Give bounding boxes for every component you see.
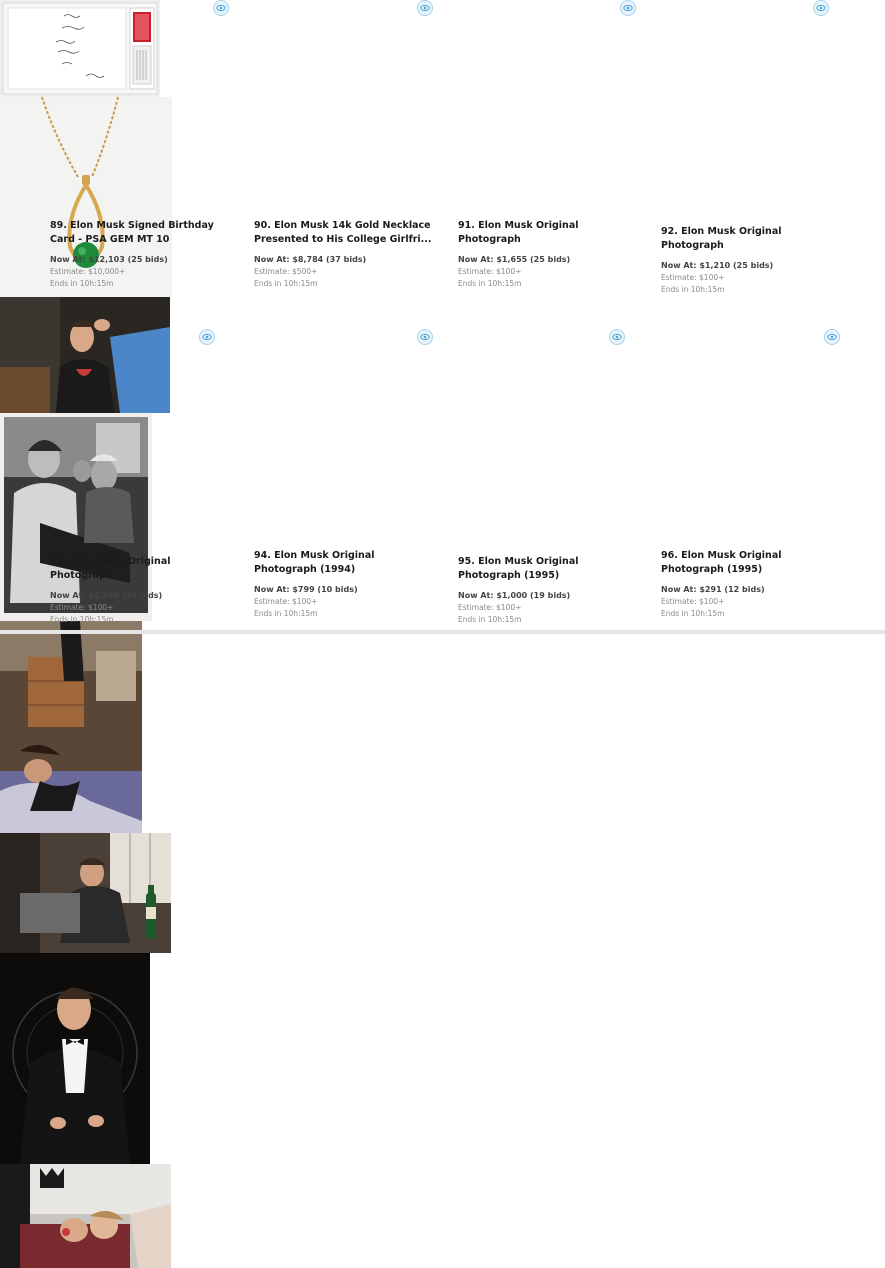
estimate: Estimate: $10,000+	[50, 267, 126, 276]
watch-eye-icon[interactable]	[213, 0, 229, 16]
lot-title-line: Presented to His College Girlfri...	[254, 234, 432, 245]
current-bid: Now At: $1,210 (25 bids)	[661, 261, 774, 270]
lot-title[interactable]: 91. Elon Musk Original Photograph	[458, 219, 643, 247]
current-bid: Now At: $291 (12 bids)	[661, 585, 765, 594]
estimate: Estimate: $100+	[661, 273, 725, 282]
lot-title-line: Photograph	[661, 240, 724, 251]
lot-image-photo[interactable]	[0, 621, 142, 833]
watch-eye-icon[interactable]	[199, 329, 215, 345]
lot-card[interactable]: 96. Elon Musk Original Photograph (1995)…	[0, 329, 885, 1268]
lot-image-tuxedo-photo[interactable]	[0, 953, 150, 1164]
page-bottom-edge	[0, 630, 885, 634]
lot-image-photo[interactable]	[0, 297, 170, 413]
lot-card[interactable]: 89. Elon Musk Signed Birthday Card - PSA…	[0, 0, 885, 288]
lot-title[interactable]: 96. Elon Musk Original Photograph (1995)	[661, 549, 846, 577]
current-bid: Now At: $1,000 (19 bids)	[458, 591, 571, 600]
lot-card[interactable]: 94. Elon Musk Original Photograph (1994)…	[0, 329, 885, 953]
lot-card[interactable]: 95. Elon Musk Original Photograph (1995)…	[0, 329, 885, 1164]
current-bid: Now At: $2,860 (28 bids)	[50, 591, 163, 600]
estimate: Estimate: $100+	[254, 597, 318, 606]
lot-title[interactable]: 90. Elon Musk 14k Gold Necklace Presente…	[254, 219, 439, 247]
lot-title-line: 91. Elon Musk Original	[458, 220, 579, 231]
lot-title-line: Photograph (1995)	[661, 564, 763, 575]
lot-title-line: 90. Elon Musk 14k Gold Necklace	[254, 220, 431, 231]
time-remaining: Ends in 10h:15m	[458, 615, 522, 624]
lot-image-psa-card[interactable]	[0, 0, 160, 97]
lot-title[interactable]: 94. Elon Musk Original Photograph (1994)	[254, 549, 439, 577]
time-remaining: Ends in 10h:15m	[254, 279, 318, 288]
lot-title-line: Photograph (1995)	[458, 570, 560, 581]
estimate: Estimate: $100+	[458, 267, 522, 276]
estimate: Estimate: $100+	[458, 603, 522, 612]
watch-eye-icon[interactable]	[417, 329, 433, 345]
lot-title-line: 96. Elon Musk Original	[661, 550, 782, 561]
time-remaining: Ends in 10h:15m	[458, 279, 522, 288]
current-bid: Now At: $1,655 (25 bids)	[458, 255, 571, 264]
lot-title-line: Photograph	[50, 570, 113, 581]
lot-card[interactable]: 93. Elon Musk Original Photograph Now At…	[0, 329, 885, 833]
lot-title[interactable]: 92. Elon Musk Original Photograph	[661, 225, 846, 253]
lot-card[interactable]: 91. Elon Musk Original Photograph Now At…	[0, 0, 885, 413]
estimate: Estimate: $500+	[254, 267, 318, 276]
lot-title-line: 95. Elon Musk Original	[458, 556, 579, 567]
time-remaining: Ends in 10h:15m	[50, 615, 114, 624]
time-remaining: Ends in 10h:15m	[661, 609, 725, 618]
lot-title-line: Photograph (1994)	[254, 564, 356, 575]
lot-title-line: Photograph	[458, 234, 521, 245]
watch-eye-icon[interactable]	[609, 329, 625, 345]
current-bid: Now At: $8,784 (37 bids)	[254, 255, 367, 264]
lot-title-line: 93. Elon Musk Original	[50, 556, 171, 567]
estimate: Estimate: $100+	[661, 597, 725, 606]
lot-image-photo[interactable]	[0, 1164, 171, 1268]
lot-title[interactable]: 89. Elon Musk Signed Birthday Card - PSA…	[50, 219, 235, 247]
estimate: Estimate: $100+	[50, 603, 114, 612]
lot-image-bw-photo[interactable]	[0, 413, 152, 621]
current-bid: Now At: $12,103 (25 bids)	[50, 255, 168, 264]
watch-eye-icon[interactable]	[620, 0, 636, 16]
time-remaining: Ends in 10h:15m	[254, 609, 318, 618]
lot-title[interactable]: 95. Elon Musk Original Photograph (1995)	[458, 555, 643, 583]
lot-title-line: 94. Elon Musk Original	[254, 550, 375, 561]
watch-eye-icon[interactable]	[824, 329, 840, 345]
watch-eye-icon[interactable]	[417, 0, 433, 16]
time-remaining: Ends in 10h:15m	[661, 285, 725, 294]
current-bid: Now At: $799 (10 bids)	[254, 585, 358, 594]
lot-title-line: 92. Elon Musk Original	[661, 226, 782, 237]
lot-title-line: 89. Elon Musk Signed Birthday	[50, 220, 214, 231]
lot-title[interactable]: 93. Elon Musk Original Photograph	[50, 555, 235, 583]
time-remaining: Ends in 10h:15m	[50, 279, 114, 288]
lot-image-photo[interactable]	[0, 833, 171, 953]
lot-title-line: Card - PSA GEM MT 10	[50, 234, 170, 245]
watch-eye-icon[interactable]	[813, 0, 829, 16]
